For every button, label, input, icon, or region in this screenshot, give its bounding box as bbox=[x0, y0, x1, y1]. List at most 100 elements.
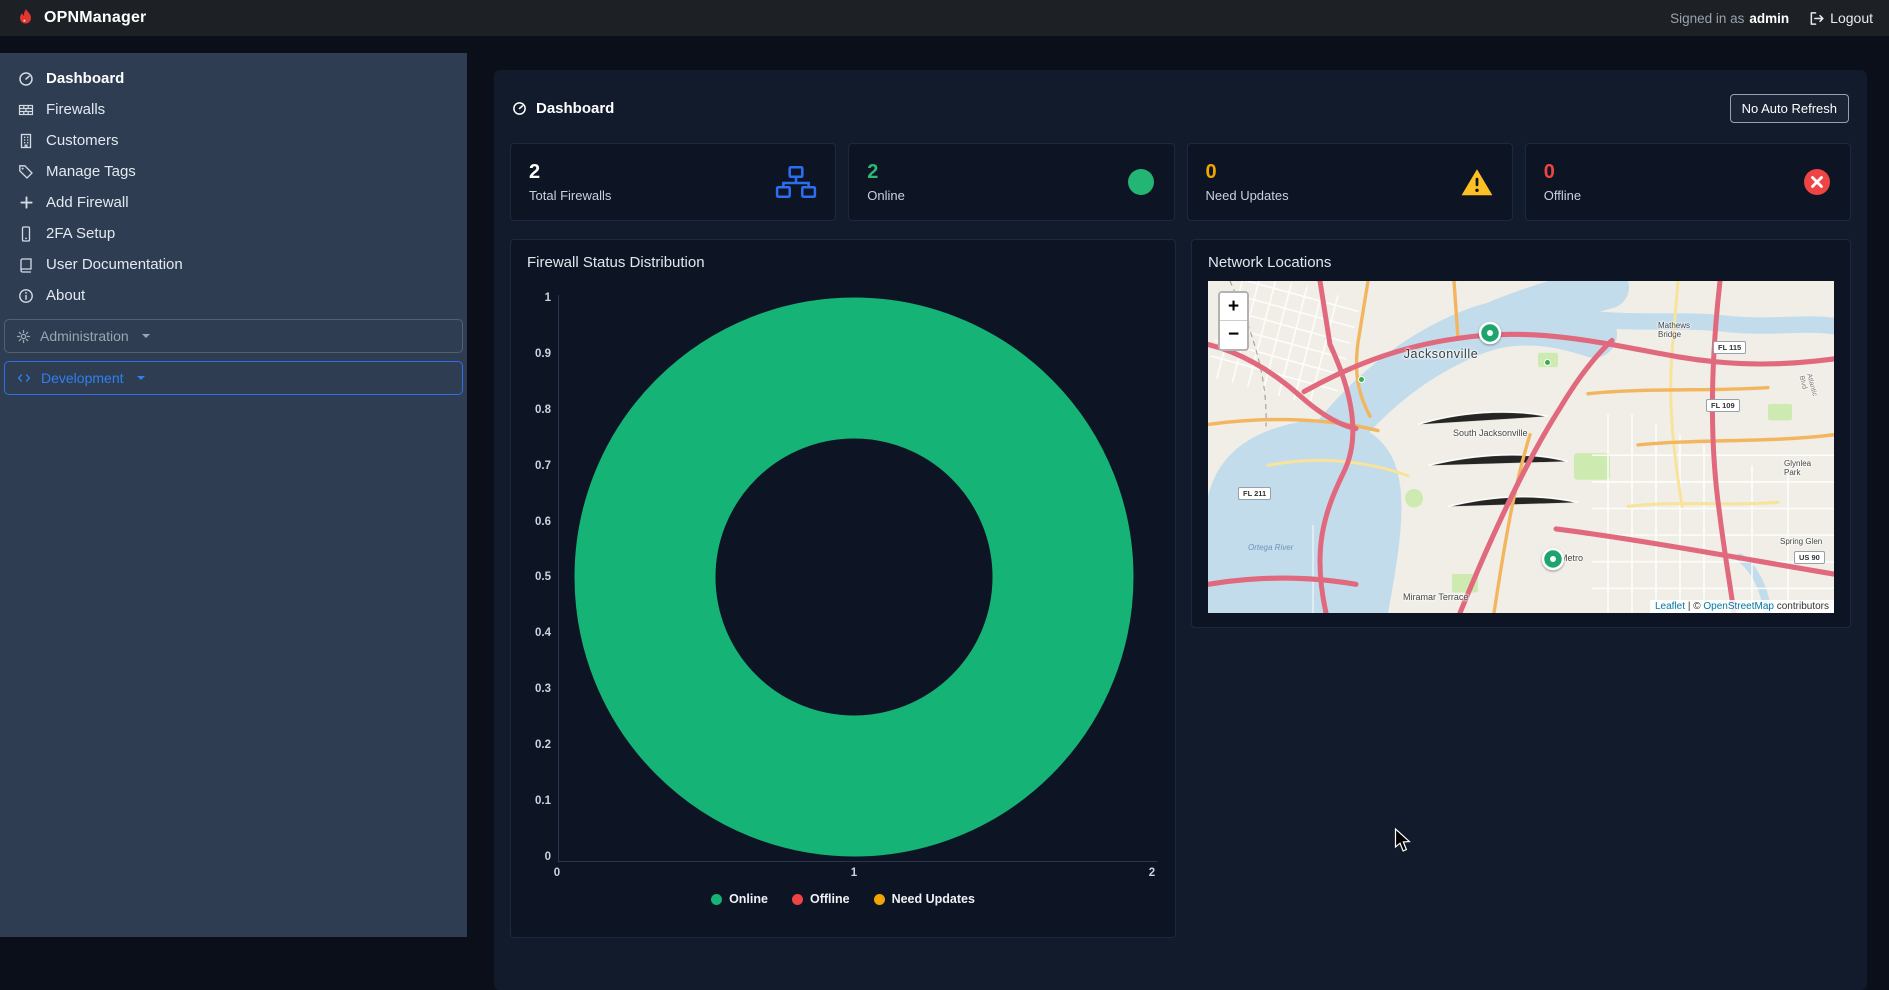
network-icon bbox=[775, 165, 817, 199]
y-tick: 0.3 bbox=[521, 683, 551, 695]
stat-label: Offline bbox=[1544, 188, 1581, 203]
chevron-down-icon bbox=[142, 334, 150, 342]
y-tick: 0.4 bbox=[521, 627, 551, 639]
doughnut-chart bbox=[574, 297, 1134, 857]
main-panel: Dashboard No Auto Refresh 2 Total Firewa… bbox=[494, 70, 1867, 990]
zoom-in-button[interactable]: + bbox=[1220, 293, 1247, 321]
sidebar-item-label: Firewalls bbox=[46, 101, 105, 118]
administration-dropdown[interactable]: Administration bbox=[4, 319, 463, 353]
development-dropdown[interactable]: Development bbox=[4, 361, 463, 395]
legend-item-need-updates[interactable]: Need Updates bbox=[874, 892, 975, 906]
online-circle-icon bbox=[1126, 167, 1156, 197]
book-icon bbox=[17, 257, 35, 273]
code-icon bbox=[16, 371, 32, 385]
info-icon bbox=[17, 288, 35, 304]
sidebar-item-2fa-setup[interactable]: 2FA Setup bbox=[0, 218, 467, 249]
map-label-south-jacksonville: South Jacksonville bbox=[1453, 428, 1528, 438]
page-title-label: Dashboard bbox=[536, 100, 614, 117]
stats-row: 2 Total Firewalls 2 Online 0 Need Update… bbox=[510, 143, 1851, 221]
legend-dot bbox=[711, 894, 722, 905]
sidebar-item-label: Dashboard bbox=[46, 70, 124, 87]
signed-in-as: Signed in as admin bbox=[1670, 11, 1789, 26]
logout-icon bbox=[1809, 11, 1824, 26]
map-marker-firewall[interactable] bbox=[1477, 320, 1503, 351]
sidebar-item-label: About bbox=[46, 287, 85, 304]
topbar: OPNManager Signed in as admin Logout bbox=[0, 0, 1889, 36]
zoom-out-button[interactable]: − bbox=[1220, 321, 1247, 349]
map-label-ortega-river: Ortega River bbox=[1248, 543, 1293, 552]
logout-button[interactable]: Logout bbox=[1809, 10, 1873, 26]
map-title: Network Locations bbox=[1208, 254, 1834, 271]
panel-header: Dashboard No Auto Refresh bbox=[512, 94, 1849, 123]
chart-y-axis: 1 0.9 0.8 0.7 0.6 0.5 0.4 0.3 0.2 0.1 0 bbox=[521, 292, 551, 863]
stat-card-need-updates: 0 Need Updates bbox=[1187, 143, 1513, 221]
username: admin bbox=[1749, 11, 1789, 26]
stat-label: Online bbox=[867, 188, 905, 203]
attribution-separator: | bbox=[1688, 601, 1691, 612]
mobile-icon bbox=[17, 226, 35, 242]
x-tick: 0 bbox=[554, 867, 560, 879]
y-tick: 0.8 bbox=[521, 404, 551, 416]
gear-icon bbox=[16, 329, 31, 344]
legend-label: Offline bbox=[810, 892, 850, 906]
signed-in-label: Signed in as bbox=[1670, 11, 1744, 26]
legend-label: Online bbox=[729, 892, 768, 906]
stat-card-total-firewalls: 2 Total Firewalls bbox=[510, 143, 836, 221]
logout-label: Logout bbox=[1830, 10, 1873, 26]
route-shield-fl211: FL 211 bbox=[1238, 487, 1271, 500]
leaflet-link[interactable]: Leaflet bbox=[1655, 601, 1685, 612]
app-title[interactable]: OPNManager bbox=[44, 9, 146, 27]
sidebar-item-about[interactable]: About bbox=[0, 280, 467, 311]
page-title: Dashboard bbox=[512, 100, 614, 117]
map-label-mathews-bridge: Mathews Bridge bbox=[1658, 321, 1710, 339]
y-tick: 0 bbox=[521, 851, 551, 863]
attribution-suffix: contributors bbox=[1777, 601, 1829, 612]
stat-value: 0 bbox=[1206, 161, 1289, 183]
sidebar-item-add-firewall[interactable]: Add Firewall bbox=[0, 187, 467, 218]
y-tick: 0.6 bbox=[521, 516, 551, 528]
openstreetmap-link[interactable]: OpenStreetMap bbox=[1703, 601, 1774, 612]
sidebar-item-firewalls[interactable]: Firewalls bbox=[0, 94, 467, 125]
attribution-copyright: © bbox=[1693, 601, 1700, 612]
route-shield-fl115: FL 115 bbox=[1713, 341, 1746, 354]
auto-refresh-button[interactable]: No Auto Refresh bbox=[1730, 94, 1849, 123]
map-label-glynlea-park: Glynlea Park bbox=[1784, 459, 1828, 477]
warning-icon bbox=[1460, 167, 1494, 197]
chart-y-axis-line bbox=[558, 295, 559, 861]
route-shield-fl109: FL 109 bbox=[1706, 399, 1740, 412]
map-poi-dot bbox=[1358, 376, 1365, 383]
sidebar-item-manage-tags[interactable]: Manage Tags bbox=[0, 156, 467, 187]
legend-label: Need Updates bbox=[892, 892, 975, 906]
legend-dot bbox=[792, 894, 803, 905]
sidebar-item-label: Customers bbox=[46, 132, 119, 149]
map-attribution: Leaflet | © OpenStreetMap contributors bbox=[1650, 600, 1834, 613]
chart-x-axis-line bbox=[558, 861, 1157, 862]
stat-card-online: 2 Online bbox=[848, 143, 1174, 221]
sidebar-item-label: Manage Tags bbox=[46, 163, 136, 180]
y-tick: 0.5 bbox=[521, 571, 551, 583]
tag-icon bbox=[17, 164, 35, 180]
chart-legend: Online Offline Need Updates bbox=[511, 892, 1175, 906]
leaflet-map[interactable]: Jacksonville South Jacksonville Spring G… bbox=[1208, 281, 1834, 613]
stat-label: Need Updates bbox=[1206, 188, 1289, 203]
sidebar-item-label: 2FA Setup bbox=[46, 225, 115, 242]
map-marker-firewall[interactable] bbox=[1540, 546, 1566, 577]
dashboard-icon bbox=[512, 101, 527, 116]
route-shield-us90: US 90 bbox=[1794, 551, 1825, 564]
x-tick: 2 bbox=[1149, 867, 1155, 879]
legend-item-offline[interactable]: Offline bbox=[792, 892, 850, 906]
building-icon bbox=[17, 133, 35, 149]
y-tick: 0.7 bbox=[521, 460, 551, 472]
chart-title: Firewall Status Distribution bbox=[527, 254, 1159, 271]
sidebar-item-user-documentation[interactable]: User Documentation bbox=[0, 249, 467, 280]
chevron-down-icon bbox=[137, 376, 145, 384]
sidebar-item-dashboard[interactable]: Dashboard bbox=[0, 63, 467, 94]
app-logo-icon[interactable] bbox=[16, 8, 36, 28]
sidebar: Dashboard Firewalls Customers Manage Tag… bbox=[0, 53, 467, 937]
dashboard-icon bbox=[17, 71, 35, 87]
sidebar-item-label: Add Firewall bbox=[46, 194, 129, 211]
y-tick: 0.2 bbox=[521, 739, 551, 751]
sidebar-item-customers[interactable]: Customers bbox=[0, 125, 467, 156]
x-tick: 1 bbox=[851, 867, 857, 879]
legend-item-online[interactable]: Online bbox=[711, 892, 768, 906]
